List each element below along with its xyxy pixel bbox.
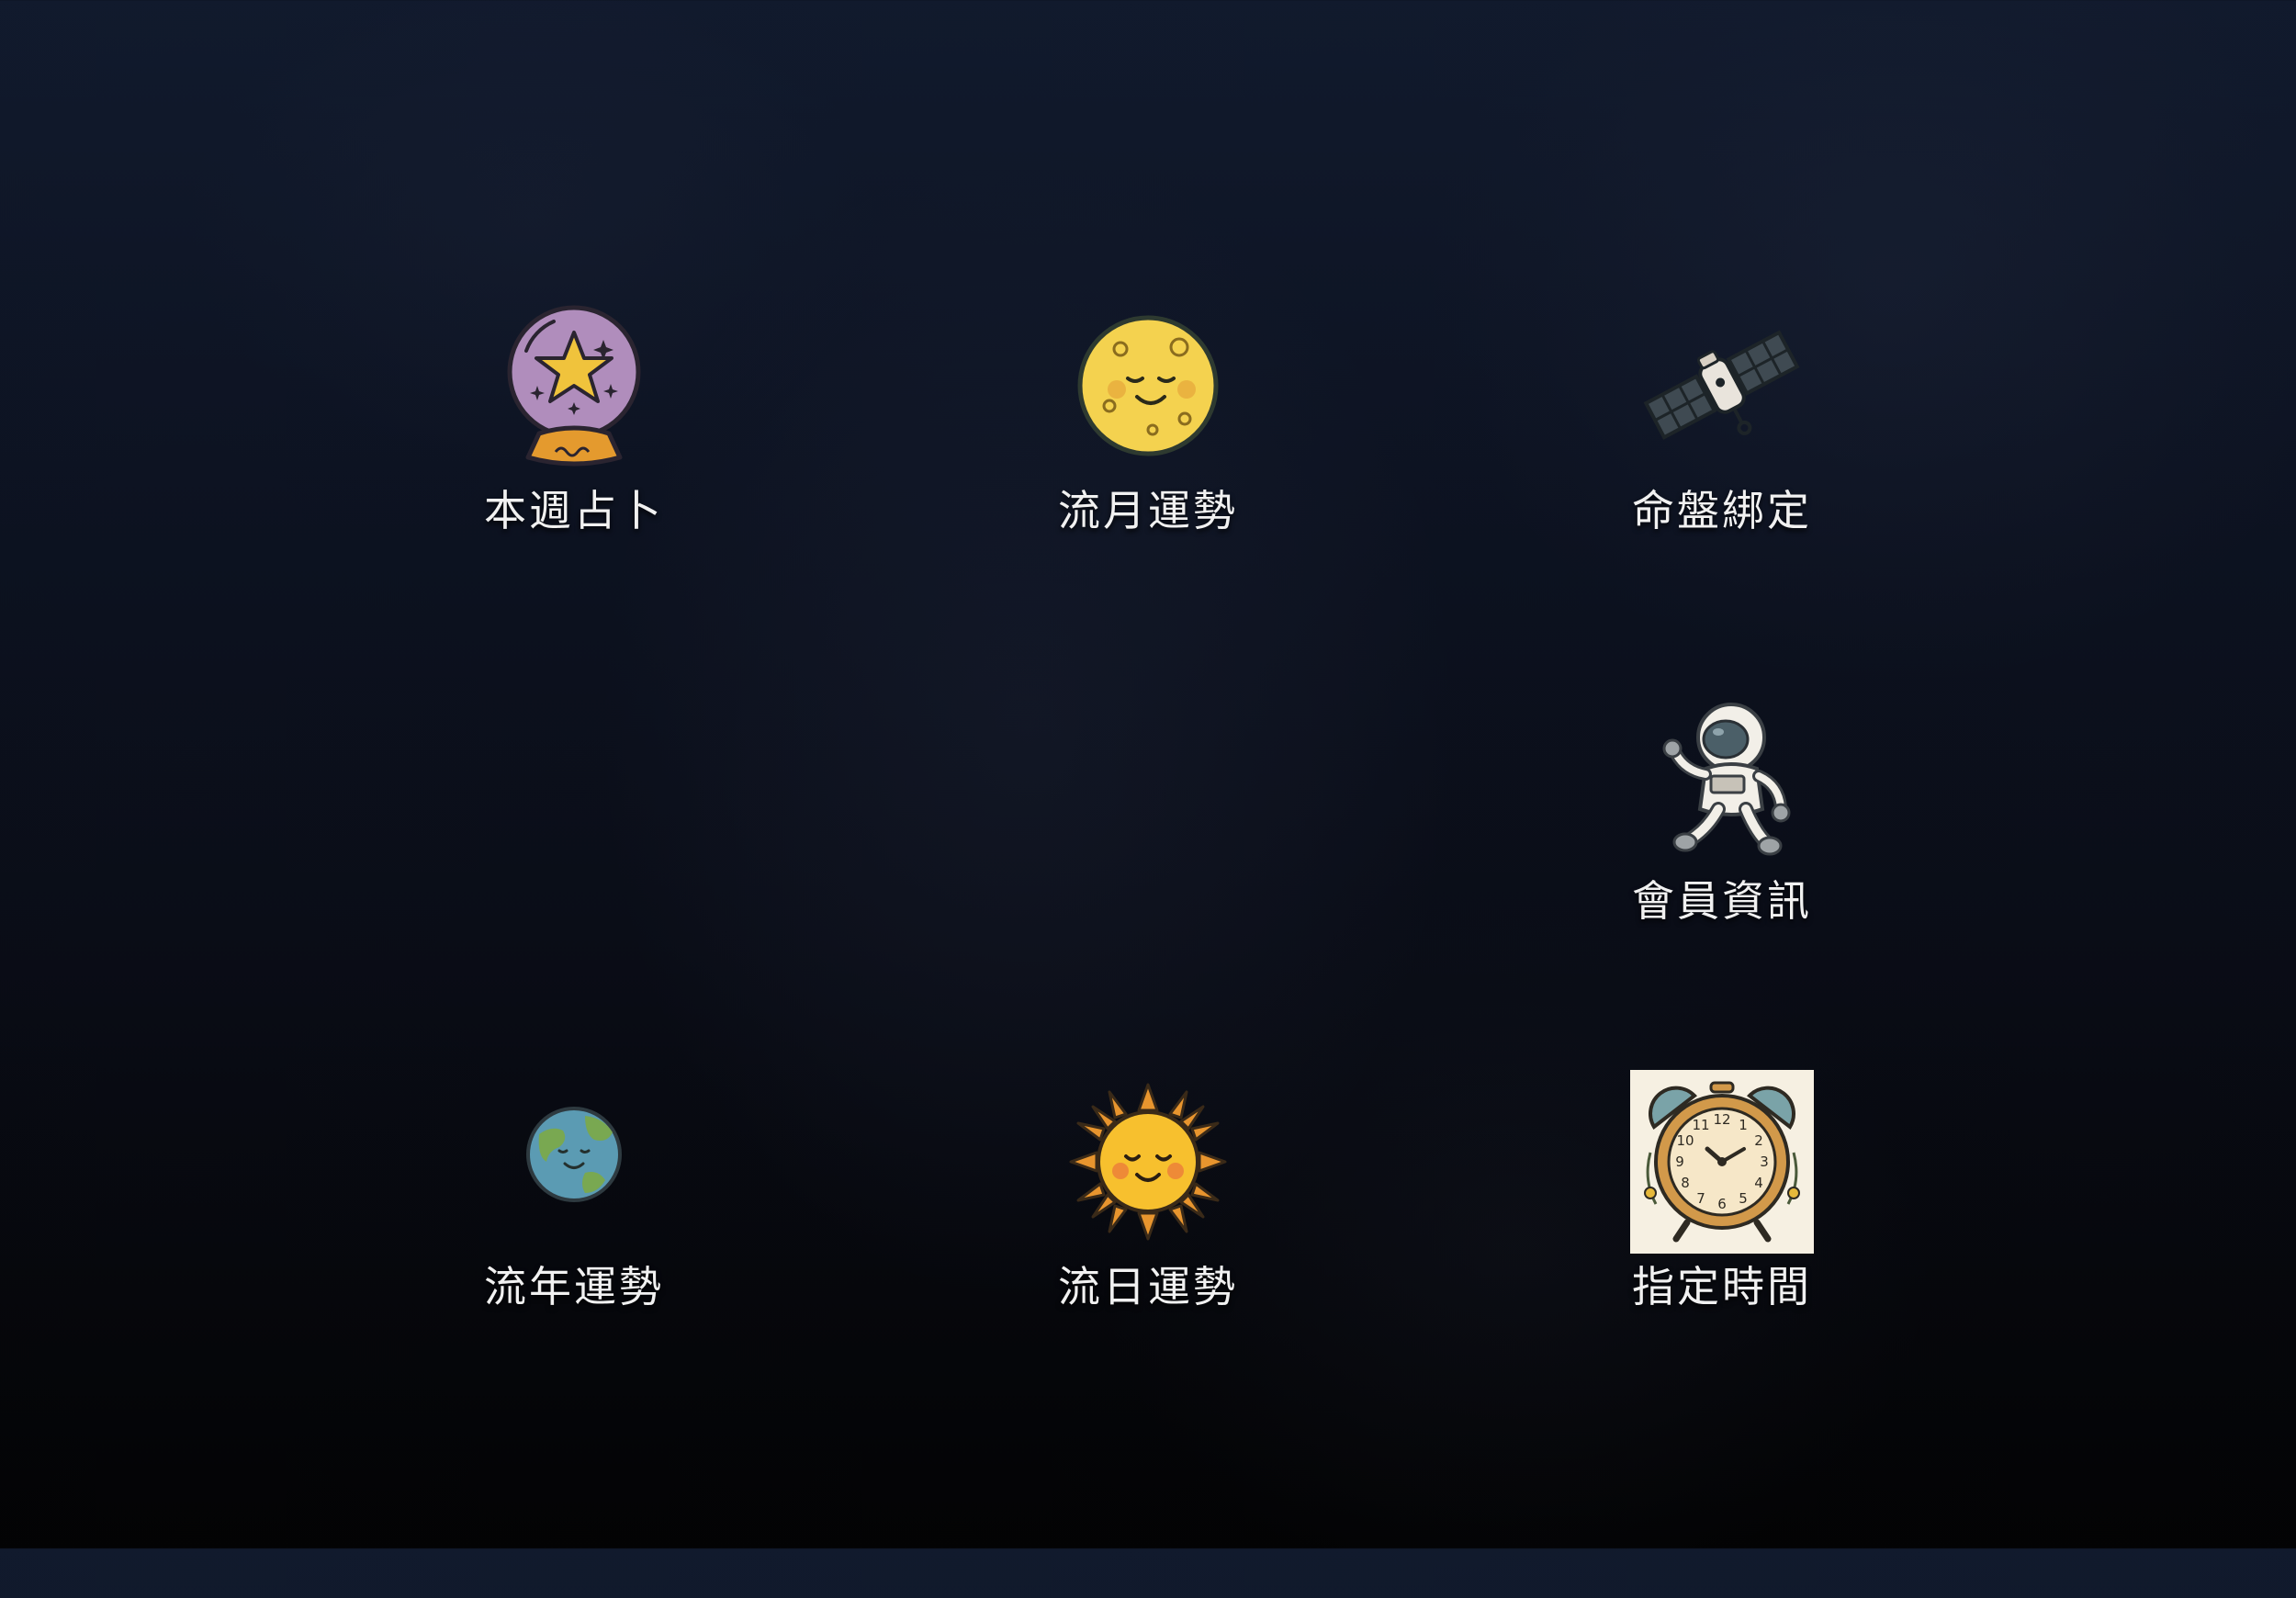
menu-item-label: 指定時間 — [1632, 1262, 1812, 1311]
svg-text:6: 6 — [1717, 1196, 1727, 1212]
menu-item-yearly-fortune[interactable]: 流年運勢 — [427, 1070, 721, 1364]
svg-text:3: 3 — [1760, 1153, 1769, 1170]
moon-icon — [1077, 315, 1219, 456]
alarm-clock-icon: 12 1 2 3 4 5 6 7 8 9 10 11 — [1630, 1070, 1814, 1254]
svg-text:2: 2 — [1754, 1132, 1763, 1149]
svg-text:8: 8 — [1681, 1175, 1690, 1191]
satellite-icon — [1643, 330, 1800, 440]
svg-text:12: 12 — [1713, 1111, 1730, 1128]
menu-item-member-info[interactable]: 會員資訊 — [1575, 684, 1869, 978]
menu-item-weekly-divination[interactable]: 本週占卜 — [427, 294, 721, 588]
menu-item-daily-fortune[interactable]: 流日運勢 — [1001, 1070, 1295, 1364]
svg-text:9: 9 — [1675, 1153, 1684, 1170]
menu-item-chart-binding[interactable]: 命盤綁定 — [1575, 294, 1869, 588]
menu-item-label: 會員資訊 — [1632, 876, 1812, 926]
menu-item-label: 命盤綁定 — [1632, 486, 1812, 535]
astronaut-icon — [1662, 703, 1791, 856]
menu-item-monthly-fortune[interactable]: 流月運勢 — [1001, 294, 1295, 588]
crystal-ball-icon — [507, 305, 641, 467]
svg-text:1: 1 — [1739, 1117, 1748, 1133]
svg-text:4: 4 — [1754, 1175, 1763, 1191]
svg-text:5: 5 — [1739, 1190, 1748, 1207]
svg-text:10: 10 — [1676, 1132, 1694, 1149]
svg-text:11: 11 — [1692, 1117, 1709, 1133]
svg-text:7: 7 — [1696, 1190, 1705, 1207]
menu-item-label: 流月運勢 — [1058, 486, 1238, 535]
earth-icon — [526, 1107, 622, 1202]
menu-item-label: 流年運勢 — [484, 1262, 664, 1311]
sun-icon — [1069, 1083, 1227, 1241]
menu-item-label: 本週占卜 — [484, 486, 664, 535]
menu-item-specified-time[interactable]: 12 1 2 3 4 5 6 7 8 9 10 11 指定時間 — [1575, 1070, 1869, 1364]
menu-item-label: 流日運勢 — [1058, 1262, 1238, 1311]
